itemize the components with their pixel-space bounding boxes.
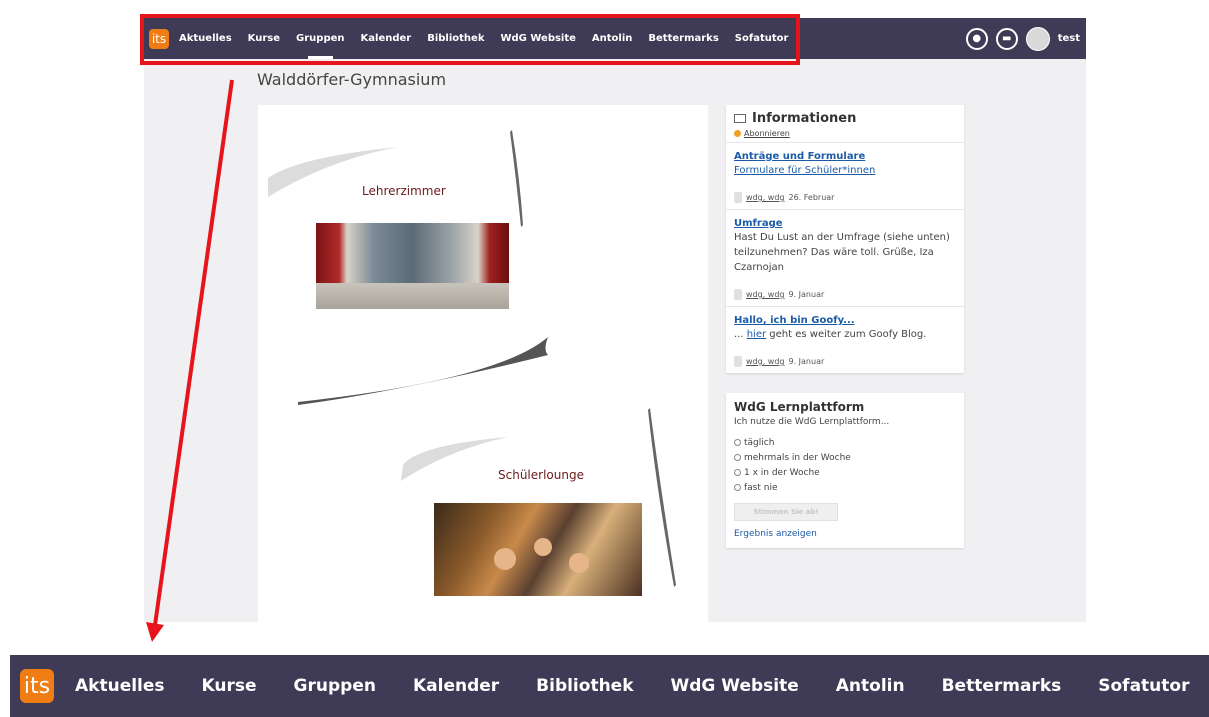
zoom-nav-kurse[interactable]: Kurse xyxy=(202,676,257,696)
entry-link[interactable]: Formulare für Schüler*innen xyxy=(734,165,875,176)
user-icon xyxy=(734,289,742,300)
entry-user[interactable]: wdg, wdg xyxy=(746,357,784,366)
board-panel: Lehrerzimmer Schülerlounge xyxy=(258,105,708,622)
page-title: Walddörfer-Gymnasium xyxy=(257,70,447,89)
radio-button[interactable] xyxy=(734,469,741,476)
option-label: mehrmals in der Woche xyxy=(744,452,851,463)
zoom-nav-aktuelles[interactable]: Aktuelles xyxy=(75,676,165,696)
entry-date: 9. Januar xyxy=(788,290,825,299)
poll-option[interactable]: mehrmals in der Woche xyxy=(734,450,956,465)
navbar-highlight-box xyxy=(140,14,800,65)
note-lehrerzimmer[interactable]: Lehrerzimmer xyxy=(362,184,446,198)
right-column: Informationen Abonnieren Anträge und For… xyxy=(726,105,964,548)
entry-body-suffix: geht es weiter zum Goofy Blog. xyxy=(766,329,927,340)
entry-meta: wdg, wdg 9. Januar xyxy=(734,289,956,300)
radio-button[interactable] xyxy=(734,454,741,461)
poll-option[interactable]: 1 x in der Woche xyxy=(734,465,956,480)
newspaper-icon xyxy=(734,114,746,123)
entry-date: 9. Januar xyxy=(788,357,825,366)
show-results-link[interactable]: Ergebnis anzeigen xyxy=(734,529,956,539)
user-area: ● ▬ test xyxy=(965,18,1080,59)
entry-date: 26. Februar xyxy=(788,193,835,202)
info-title-text: Informationen xyxy=(752,111,857,126)
entry-body: ... hier geht es weiter zum Goofy Blog. xyxy=(734,327,956,342)
entry-link[interactable]: hier xyxy=(747,329,766,340)
info-title: Informationen xyxy=(734,111,956,126)
entry-user[interactable]: wdg, wdg xyxy=(746,193,784,202)
entry-meta: wdg, wdg 26. Februar xyxy=(734,192,956,203)
entry-title[interactable]: Umfrage xyxy=(734,218,956,229)
poll-option[interactable]: täglich xyxy=(734,435,956,450)
info-entry: Umfrage Hast Du Lust an der Umfrage (sie… xyxy=(726,210,964,307)
its-logo-large[interactable]: its xyxy=(20,669,54,703)
entry-body: Hast Du Lust an der Umfrage (siehe unten… xyxy=(734,232,950,273)
option-label: täglich xyxy=(744,437,775,448)
zoom-nav-kalender[interactable]: Kalender xyxy=(413,676,499,696)
lehrerzimmer-photo[interactable] xyxy=(316,223,509,309)
screenshot-frame: its Aktuelles Kurse Gruppen Kalender Bib… xyxy=(144,18,1086,622)
info-entry: Anträge und Formulare Formulare für Schü… xyxy=(726,143,964,210)
info-card: Informationen Abonnieren Anträge und For… xyxy=(726,105,964,373)
option-label: 1 x in der Woche xyxy=(744,467,820,478)
radio-button[interactable] xyxy=(734,484,741,491)
info-entry: Hallo, ich bin Goofy... ... hier geht es… xyxy=(726,307,964,373)
zoomed-navbar: its Aktuelles Kurse Gruppen Kalender Bib… xyxy=(10,655,1209,717)
zoom-nav-antolin[interactable]: Antolin xyxy=(836,676,905,696)
entry-meta: wdg, wdg 9. Januar xyxy=(734,356,956,367)
poll-question: Ich nutze die WdG Lernplattform... xyxy=(734,417,890,427)
option-label: fast nie xyxy=(744,482,778,493)
username[interactable]: test xyxy=(1058,33,1080,44)
avatar[interactable] xyxy=(1025,26,1050,51)
chat-icon[interactable]: ▬ xyxy=(995,27,1018,50)
vote-button[interactable]: Stimmen Sie ab! xyxy=(734,503,838,521)
user-icon xyxy=(734,356,742,367)
schuelerlounge-photo[interactable] xyxy=(434,503,642,596)
zoom-nav-gruppen[interactable]: Gruppen xyxy=(294,676,376,696)
entry-title[interactable]: Anträge und Formulare xyxy=(734,151,956,162)
zoom-nav-sofatutor[interactable]: Sofatutor xyxy=(1098,676,1189,696)
zoom-nav-wdg-website[interactable]: WdG Website xyxy=(671,676,799,696)
zoom-nav-bibliothek[interactable]: Bibliothek xyxy=(536,676,633,696)
entry-user[interactable]: wdg, wdg xyxy=(746,290,784,299)
info-header: Informationen Abonnieren xyxy=(726,105,964,143)
entry-body-prefix: ... xyxy=(734,329,747,340)
poll-title: WdG Lernplattform xyxy=(734,400,865,414)
rss-icon xyxy=(734,130,741,137)
entry-title[interactable]: Hallo, ich bin Goofy... xyxy=(734,315,956,326)
subscribe-text[interactable]: Abonnieren xyxy=(744,129,790,138)
radio-button[interactable] xyxy=(734,439,741,446)
note-schuelerlounge[interactable]: Schülerlounge xyxy=(498,468,584,482)
poll-card: WdG Lernplattform Ich nutze die WdG Lern… xyxy=(726,393,964,548)
poll-option[interactable]: fast nie xyxy=(734,480,956,495)
bell-icon[interactable]: ● xyxy=(965,27,988,50)
user-icon xyxy=(734,192,742,203)
zoom-nav-bettermarks[interactable]: Bettermarks xyxy=(942,676,1062,696)
subscribe-link[interactable]: Abonnieren xyxy=(734,129,956,138)
